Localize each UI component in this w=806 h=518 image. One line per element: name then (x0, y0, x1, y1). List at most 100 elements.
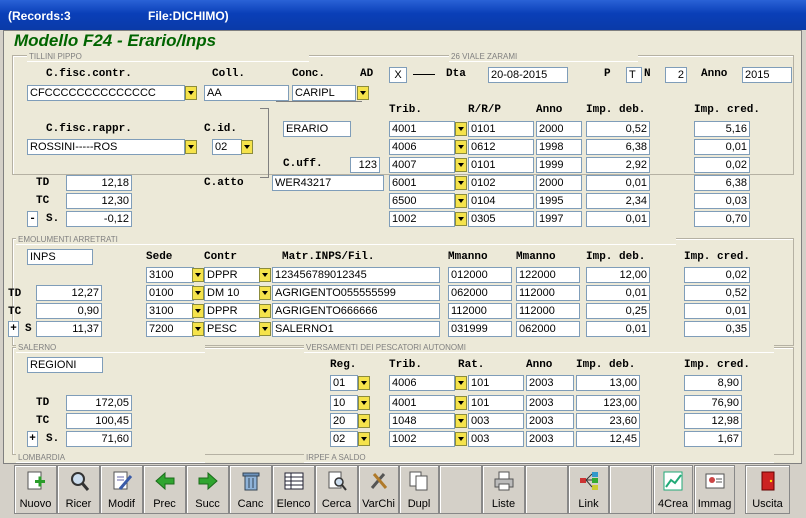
inps-sede-field[interactable]: 0100 (146, 285, 194, 301)
erario-anno-field[interactable]: 2000 (536, 175, 582, 191)
regioni-rat-field[interactable]: 003 (468, 431, 524, 447)
erario-cred-field[interactable]: 0,03 (694, 193, 750, 209)
erario-trib-dropdown-icon[interactable] (455, 212, 467, 226)
erario-anno-field[interactable]: 2000 (536, 121, 582, 137)
erario-deb-field[interactable]: 0,01 (586, 211, 650, 227)
inps-deb-field[interactable]: 0,01 (586, 321, 650, 337)
regioni-cred-field[interactable]: 76,90 (684, 395, 742, 411)
inps-mm2-field[interactable]: 112000 (516, 303, 580, 319)
regioni-anno-field[interactable]: 2003 (526, 431, 574, 447)
elenco-button[interactable]: Elenco (272, 465, 315, 514)
conc-field[interactable]: CARIPL (292, 85, 356, 101)
blank-button-2[interactable] (525, 465, 568, 514)
erario-deb-field[interactable]: 6,38 (586, 139, 650, 155)
inps-matr-field[interactable]: AGRIGENTO055555599 (272, 285, 440, 301)
inps-deb-field[interactable]: 0,01 (586, 285, 650, 301)
modif-button[interactable]: Modif (100, 465, 143, 514)
erario-anno-field[interactable]: 1997 (536, 211, 582, 227)
inps-mm1-field[interactable]: 062000 (448, 285, 512, 301)
erario-trib-field[interactable]: 4007 (389, 157, 455, 173)
inps-deb-field[interactable]: 12,00 (586, 267, 650, 283)
inps-contr-field[interactable]: DPPR (204, 267, 260, 283)
inps-sede-dropdown-icon[interactable] (192, 268, 204, 282)
regioni-reg-field[interactable]: 01 (330, 375, 358, 391)
num-field[interactable]: 2 (665, 67, 687, 83)
inps-matr-field[interactable]: 123456789012345 (272, 267, 440, 283)
inps-mm1-field[interactable]: 112000 (448, 303, 512, 319)
cid-field[interactable]: 02 (212, 139, 242, 155)
erario-trib-field[interactable]: 1002 (389, 211, 455, 227)
regioni-deb-field[interactable]: 13,00 (576, 375, 640, 391)
regioni-trib-dropdown-icon[interactable] (455, 396, 467, 410)
link-button[interactable]: Link (568, 465, 609, 514)
erario-cred-field[interactable]: 5,16 (694, 121, 750, 137)
regioni-rat-field[interactable]: 101 (468, 375, 524, 391)
erario-anno-field[interactable]: 1998 (536, 139, 582, 155)
canc-button[interactable]: Canc (229, 465, 272, 514)
inps-contr-dropdown-icon[interactable] (259, 304, 271, 318)
regioni-trib-dropdown-icon[interactable] (455, 432, 467, 446)
blank-button-3[interactable] (609, 465, 652, 514)
inps-sede-field[interactable]: 7200 (146, 321, 194, 337)
regioni-deb-field[interactable]: 23,60 (576, 413, 640, 429)
erario-cred-field[interactable]: 0,01 (694, 139, 750, 155)
inps-cred-field[interactable]: 0,01 (684, 303, 750, 319)
liste-button[interactable]: Liste (482, 465, 525, 514)
ad-field[interactable]: X (389, 67, 407, 83)
anno-field[interactable]: 2015 (742, 67, 792, 83)
inps-contr-field[interactable]: PESC (204, 321, 260, 337)
erario-deb-field[interactable]: 0,52 (586, 121, 650, 137)
blank-button-1[interactable] (439, 465, 482, 514)
inps-sede-dropdown-icon[interactable] (192, 322, 204, 336)
erario-trib-dropdown-icon[interactable] (455, 176, 467, 190)
erario-trib-field[interactable]: 6500 (389, 193, 455, 209)
cfisc-contr-dropdown-icon[interactable] (185, 86, 197, 100)
regioni-trib-field[interactable]: 4001 (389, 395, 455, 411)
p-t-field[interactable]: T (626, 67, 642, 83)
regioni-deb-field[interactable]: 12,45 (576, 431, 640, 447)
catto-field[interactable]: WER43217 (272, 175, 384, 191)
inps-mm1-field[interactable]: 012000 (448, 267, 512, 283)
succ-button[interactable]: Succ (186, 465, 229, 514)
regioni-anno-field[interactable]: 2003 (526, 375, 574, 391)
inps-mm2-field[interactable]: 062000 (516, 321, 580, 337)
erario-rrp-field[interactable]: 0612 (468, 139, 534, 155)
inps-matr-field[interactable]: SALERNO1 (272, 321, 440, 337)
inps-contr-field[interactable]: DPPR (204, 303, 260, 319)
regioni-anno-field[interactable]: 2003 (526, 413, 574, 429)
regioni-deb-field[interactable]: 123,00 (576, 395, 640, 411)
inps-sede-field[interactable]: 3100 (146, 267, 194, 283)
erario-trib-dropdown-icon[interactable] (455, 122, 467, 136)
cfisc-contr-field[interactable]: CFCCCCCCCCCCCCCC (27, 85, 185, 101)
inps-contr-dropdown-icon[interactable] (259, 286, 271, 300)
regioni-cred-field[interactable]: 8,90 (684, 375, 742, 391)
cuff-field[interactable]: 123 (350, 157, 380, 173)
erario-rrp-field[interactable]: 0102 (468, 175, 534, 191)
cfisc-rappr-field[interactable]: ROSSINI-----ROS (27, 139, 185, 155)
prec-button[interactable]: Prec (143, 465, 186, 514)
erario-cred-field[interactable]: 0,70 (694, 211, 750, 227)
erario-deb-field[interactable]: 2,34 (586, 193, 650, 209)
cerca-button[interactable]: Cerca (315, 465, 358, 514)
varchi-button[interactable]: VarChi (358, 465, 399, 514)
erario-rrp-field[interactable]: 0305 (468, 211, 534, 227)
inps-deb-field[interactable]: 0,25 (586, 303, 650, 319)
erario-trib-field[interactable]: 4001 (389, 121, 455, 137)
erario-deb-field[interactable]: 2,92 (586, 157, 650, 173)
regioni-reg-dropdown-icon[interactable] (358, 432, 370, 446)
regioni-trib-dropdown-icon[interactable] (455, 414, 467, 428)
dupl-button[interactable]: Dupl (399, 465, 439, 514)
regioni-cred-field[interactable]: 12,98 (684, 413, 742, 429)
regioni-reg-field[interactable]: 20 (330, 413, 358, 429)
erario-trib-dropdown-icon[interactable] (455, 158, 467, 172)
inps-mm2-field[interactable]: 122000 (516, 267, 580, 283)
inps-mm2-field[interactable]: 112000 (516, 285, 580, 301)
immag-button[interactable]: Immag (694, 465, 735, 514)
inps-sede-dropdown-icon[interactable] (192, 286, 204, 300)
regioni-anno-field[interactable]: 2003 (526, 395, 574, 411)
regioni-rat-field[interactable]: 003 (468, 413, 524, 429)
regioni-trib-field[interactable]: 1002 (389, 431, 455, 447)
crea-button[interactable]: 4Crea (653, 465, 693, 514)
erario-cred-field[interactable]: 0,02 (694, 157, 750, 173)
erario-trib-dropdown-icon[interactable] (455, 140, 467, 154)
